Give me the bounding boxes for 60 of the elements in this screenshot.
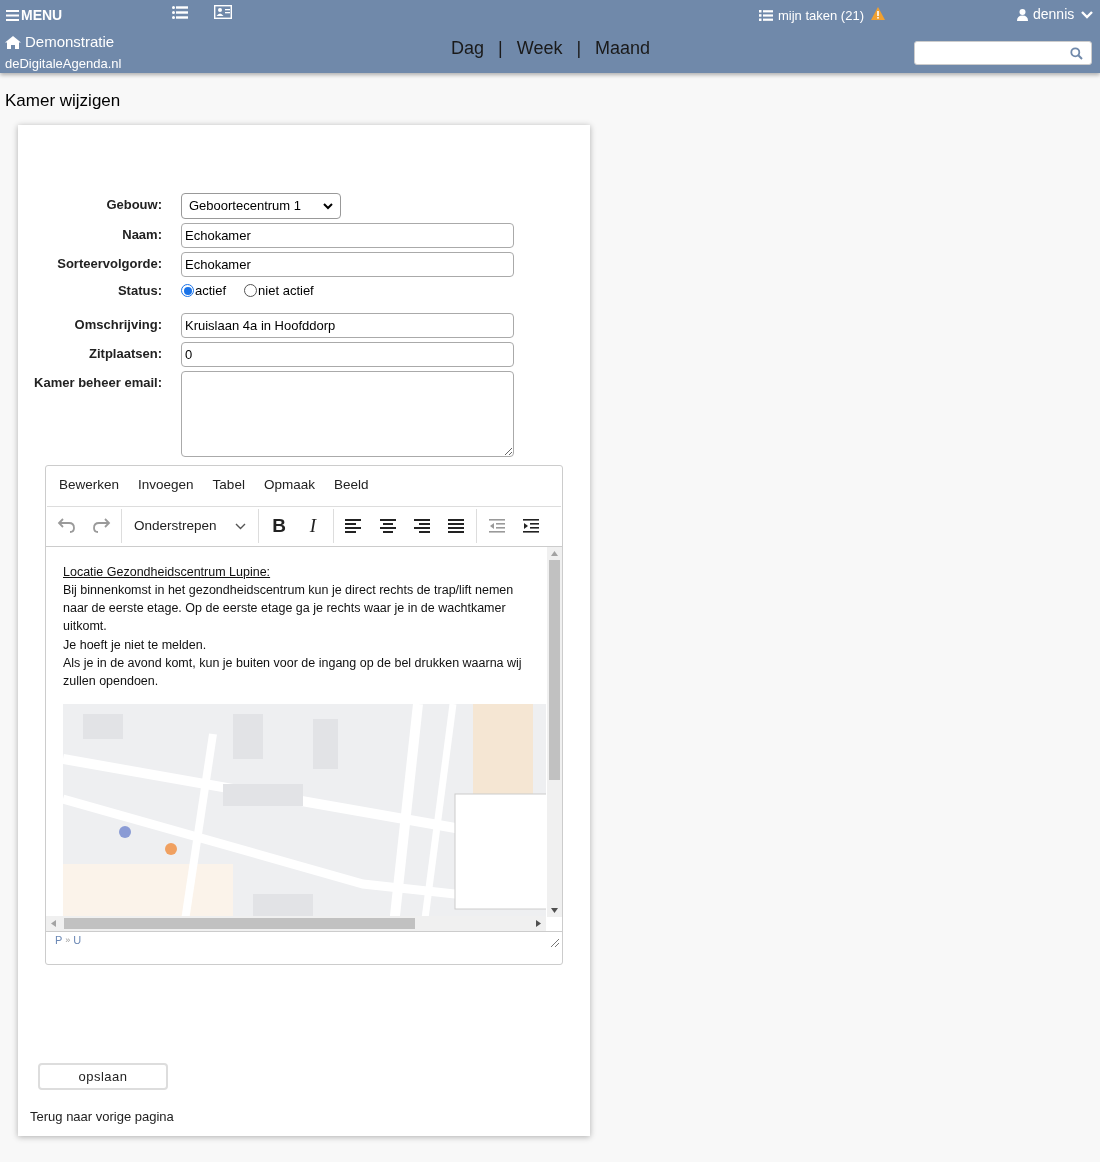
home-icon [5,35,21,49]
contact-card-icon[interactable] [214,5,232,19]
editor-menu-item[interactable]: Tabel [203,471,254,500]
menu-button[interactable]: MENU [6,5,63,26]
scroll-left-icon[interactable] [51,919,56,927]
view-link[interactable]: Maand [595,35,651,62]
field-label: Omschrijving: [74,316,162,332]
scroll-down-icon[interactable] [551,907,558,913]
editor-paragraph: Als je in de avond komt, kun je buiten voor de ingang op de bel drukken waarna wij zullen opendoen. [63,656,522,689]
menu-icon [6,10,19,21]
location-heading: Locatie Gezondheidscentrum Lupine: [63,564,271,579]
format-dropdown[interactable]: Onderstrepen [125,510,255,542]
building-select[interactable]: Geboortecentrum 1 [181,193,341,219]
view-separator: | [498,37,503,60]
view-separator: | [576,37,582,60]
scroll-right-icon[interactable] [536,919,541,927]
email-textarea[interactable] [181,370,514,457]
element-path-item[interactable]: P [55,932,63,949]
search-field[interactable] [914,41,1092,65]
text-field[interactable]: Echokamer [181,252,514,277]
field-label: Status: [117,283,162,298]
page-title: Kamer wijzigen [5,90,122,112]
text-field[interactable]: 0 [181,341,514,367]
field-label: Gebouw: [106,197,162,212]
italic-button[interactable]: I [296,510,330,542]
user-menu[interactable]: dennis [1017,4,1094,25]
tasks-link[interactable]: mijn taken (21) [759,6,864,26]
radio-option[interactable]: actief [181,281,227,301]
home-link[interactable]: Demonstratie [5,31,115,54]
field-label: Zitplaatsen: [89,345,162,361]
path-separator: » [65,933,71,947]
user-icon [1017,8,1028,21]
editor-menu-item[interactable]: Opmaak [254,471,324,500]
editor-menu-item[interactable]: Bewerken [50,471,129,500]
text-field[interactable]: Echokamer [181,223,514,248]
chevron-down-icon [235,522,246,530]
radio-option[interactable]: niet actief [244,281,314,301]
chevron-down-icon [1081,10,1094,19]
element-path-item[interactable]: U [73,932,82,949]
list-icon [759,10,773,22]
field-label: Sorteervolgorde: [57,256,162,271]
view-link[interactable]: Dag [451,35,485,62]
chevron-down-icon [323,202,333,210]
back-link[interactable]: Terug naar vorige pagina [30,1107,174,1127]
editor-paragraph: Je hoeft je niet te melden. [63,637,207,652]
editor-paragraph: Bij binnenkomst in het gezondheidscentrum kun je direct rechts de trap/lift nemen naar de eerste etage. Op de eerste etage ga je rechts waar je in de wachtkamer uitkomt. [63,582,514,634]
field-label: Kamer beheer email: [34,374,162,390]
list-icon[interactable] [172,6,188,19]
site-name: deDigitaleAgenda.nl [5,55,122,73]
search-icon [1070,46,1083,60]
editor-menu-item[interactable]: Invoegen [129,471,203,500]
bold-button[interactable]: B [262,510,296,542]
view-link[interactable]: Week [516,35,563,62]
resize-handle-icon[interactable] [551,938,559,947]
scroll-up-icon[interactable] [551,550,558,556]
vertical-scrollbar[interactable] [547,546,562,917]
field-label: Naam: [122,227,162,242]
save-button[interactable]: opslaan [38,1063,168,1090]
text-field[interactable]: Kruislaan 4a in Hoofddorp [181,312,514,338]
editor-menu-item[interactable]: Beeld [324,471,378,500]
